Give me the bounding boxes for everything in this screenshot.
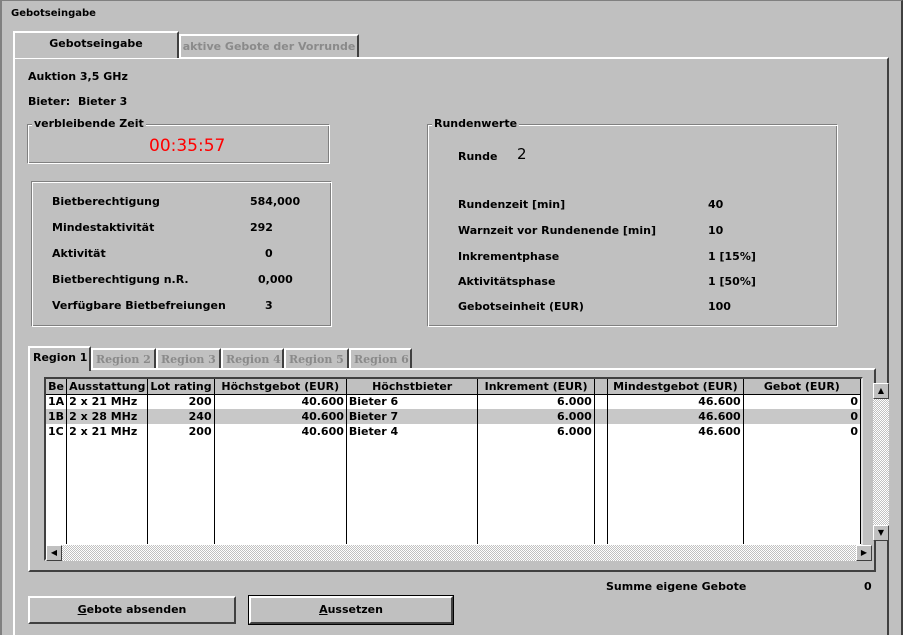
round-row-label-4: Aktivitätsphase <box>458 275 556 288</box>
round-row-value-1: 40 <box>708 198 724 211</box>
bidder-label: Bieter: <box>28 95 71 108</box>
scroll-up-arrow-icon[interactable]: ▲ <box>873 383 889 399</box>
scroll-down-arrow-icon[interactable]: ▼ <box>873 525 889 541</box>
cell-mindestgebot: 46.600 <box>607 409 744 424</box>
tab-aktive-gebote-vorrunde[interactable]: aktive Gebote der Vorrunde <box>179 34 359 58</box>
cell-hoechstbieter: Bieter 4 <box>346 424 479 439</box>
lot-table: Be Ausstattung Lot rating Höchstgebot (E… <box>46 379 861 544</box>
round-row-value-2: 10 <box>708 224 724 237</box>
round-label: Runde <box>458 150 498 163</box>
eligibility-label-5: Verfügbare Bietbefreiungen <box>52 299 226 312</box>
cell-gebot[interactable]: 0 <box>743 424 861 439</box>
tab-region-1[interactable]: Region 1 <box>28 346 91 371</box>
col-header-blank[interactable] <box>594 379 609 395</box>
eligibility-value-2: 292 <box>250 221 273 234</box>
summary-label: Summe eigene Gebote <box>606 580 747 593</box>
tab-region-6[interactable]: Region 6 <box>349 348 412 370</box>
horizontal-scrollbar[interactable]: ◀ ▶ <box>46 545 872 561</box>
cell-hoechstbieter: Bieter 7 <box>346 409 479 424</box>
window-title: Gebotseingabe <box>11 8 96 19</box>
summary-value: 0 <box>864 580 872 593</box>
cell-inkrement: 6.000 <box>477 394 595 409</box>
round-value: 2 <box>517 145 527 163</box>
cell-inkrement: 6.000 <box>477 424 595 439</box>
col-header-lot-rating[interactable]: Lot rating <box>147 379 215 395</box>
cell-ausstattung: 2 x 28 MHz <box>66 409 149 424</box>
col-header-mindestgebot[interactable]: Mindestgebot (EUR) <box>607 379 744 395</box>
eligibility-label-4: Bietberechtigung n.R. <box>52 273 189 286</box>
cell-hoechstgebot: 40.600 <box>214 394 347 409</box>
remaining-time-label: verbleibende Zeit <box>32 117 146 130</box>
cell-ausstattung: 2 x 21 MHz <box>66 424 149 439</box>
suspend-mnemonic: A <box>319 603 328 616</box>
round-row-value-5: 100 <box>708 300 731 313</box>
table-row[interactable]: 1B 2 x 28 MHz 240 40.600 Bieter 7 6.000 … <box>46 409 861 424</box>
col-header-be[interactable]: Be <box>46 379 68 395</box>
cell-blank <box>594 424 609 439</box>
tab-gebotseingabe[interactable]: Gebotseingabe <box>13 31 179 58</box>
cell-be: 1C <box>46 424 68 439</box>
col-header-inkrement[interactable]: Inkrement (EUR) <box>477 379 595 395</box>
round-row-value-4: 1 [50%] <box>708 275 756 288</box>
cell-be: 1A <box>46 394 68 409</box>
eligibility-label-3: Aktivität <box>52 247 106 260</box>
col-header-hoechstgebot[interactable]: Höchstgebot (EUR) <box>214 379 347 395</box>
cell-gebot[interactable]: 0 <box>743 409 861 424</box>
cell-blank <box>594 409 609 424</box>
lot-grid[interactable]: Be Ausstattung Lot rating Höchstgebot (E… <box>44 377 863 561</box>
tab-region-4[interactable]: Region 4 <box>221 348 284 370</box>
cell-lot-rating: 200 <box>147 424 215 439</box>
eligibility-value-3: 0 <box>265 247 273 260</box>
eligibility-value-4: 0,000 <box>258 273 293 286</box>
auction-name: Auktion 3,5 GHz <box>28 70 128 83</box>
cell-mindestgebot: 46.600 <box>607 424 744 439</box>
table-row[interactable]: 1C 2 x 21 MHz 200 40.600 Bieter 4 6.000 … <box>46 424 861 439</box>
col-header-gebot[interactable]: Gebot (EUR) <box>743 379 861 395</box>
round-row-value-3: 1 [15%] <box>708 250 756 263</box>
cell-gebot[interactable]: 0 <box>743 394 861 409</box>
cell-blank <box>594 394 609 409</box>
cell-lot-rating: 200 <box>147 394 215 409</box>
eligibility-value-1: 584,000 <box>250 195 301 208</box>
table-row[interactable]: 1A 2 x 21 MHz 200 40.600 Bieter 6 6.000 … <box>46 394 861 409</box>
cell-ausstattung: 2 x 21 MHz <box>66 394 149 409</box>
submit-bids-mnemonic: G <box>77 603 87 616</box>
col-header-ausstattung[interactable]: Ausstattung <box>66 379 149 395</box>
table-header-row: Be Ausstattung Lot rating Höchstgebot (E… <box>46 379 861 395</box>
cell-hoechstbieter: Bieter 6 <box>346 394 479 409</box>
scroll-right-arrow-icon[interactable]: ▶ <box>856 545 872 561</box>
round-row-label-3: Inkrementphase <box>458 250 560 263</box>
round-row-label-2: Warnzeit vor Rundenende [min] <box>458 224 656 237</box>
remaining-time-value: 00:35:57 <box>149 136 226 156</box>
submit-bids-rest: ebote absenden <box>86 603 187 616</box>
tab-region-2[interactable]: Region 2 <box>91 348 156 370</box>
vertical-scrollbar[interactable]: ▲ ▼ <box>873 383 889 541</box>
cell-hoechstgebot: 40.600 <box>214 424 347 439</box>
tab-region-5[interactable]: Region 5 <box>284 348 349 370</box>
tab-region-3[interactable]: Region 3 <box>156 348 221 370</box>
round-row-label-1: Rundenzeit [min] <box>458 198 566 211</box>
cell-mindestgebot: 46.600 <box>607 394 744 409</box>
suspend-rest: ussetzen <box>327 603 383 616</box>
eligibility-label-1: Bietberechtigung <box>52 195 160 208</box>
bidder-value: Bieter 3 <box>78 95 128 108</box>
col-header-hoechstbieter[interactable]: Höchstbieter <box>346 379 479 395</box>
round-values-label: Rundenwerte <box>432 117 520 130</box>
cell-inkrement: 6.000 <box>477 409 595 424</box>
cell-lot-rating: 240 <box>147 409 215 424</box>
table-empty-area <box>46 439 861 544</box>
scroll-left-arrow-icon[interactable]: ◀ <box>46 545 62 561</box>
cell-be: 1B <box>46 409 68 424</box>
eligibility-value-5: 3 <box>265 299 273 312</box>
submit-bids-button[interactable]: Gebote absenden <box>28 596 236 624</box>
cell-hoechstgebot: 40.600 <box>214 409 347 424</box>
eligibility-label-2: Mindestaktivität <box>52 221 155 234</box>
round-row-label-5: Gebotseinheit (EUR) <box>458 300 584 313</box>
suspend-button[interactable]: Aussetzen <box>248 595 454 625</box>
